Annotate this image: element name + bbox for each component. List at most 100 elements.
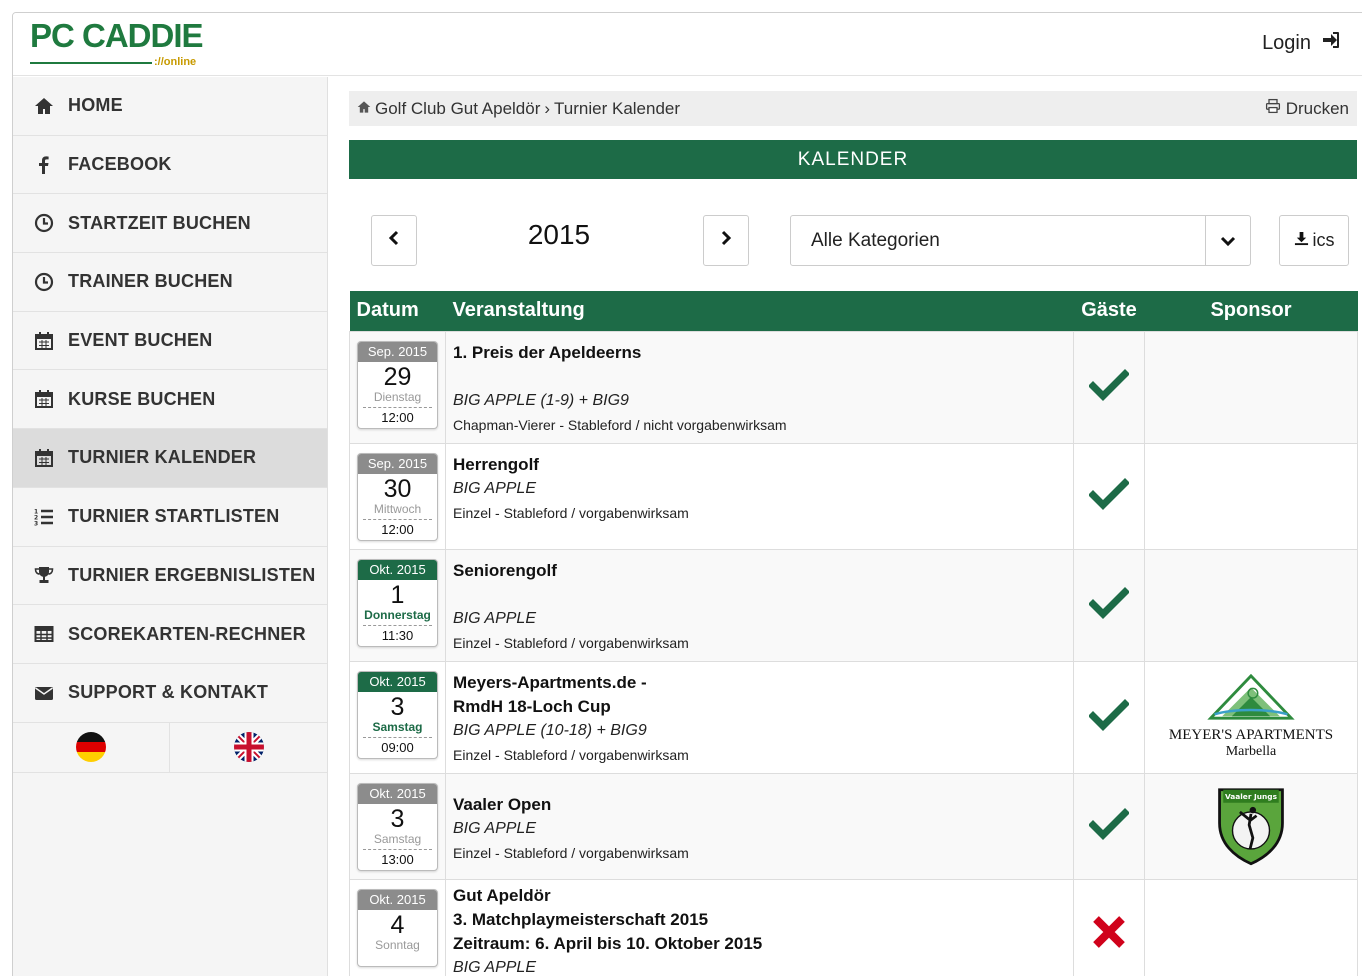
date-weekday: Samstag	[372, 719, 423, 734]
sidebar-item-trainer-buchen[interactable]: TRAINER BUCHEN	[13, 253, 327, 312]
year-display: 2015	[527, 219, 591, 250]
language-english[interactable]	[170, 723, 327, 772]
chevron-down-icon	[1205, 216, 1250, 265]
date-badge: Sep. 2015 29 Dienstag 12:00	[357, 340, 438, 429]
language-german[interactable]	[13, 722, 170, 772]
sidebar-item-home[interactable]: HOME	[13, 77, 327, 136]
language-switcher	[13, 722, 327, 773]
event-title-line[interactable]: 3. Matchplaymeisterschaft 2015	[453, 908, 1066, 932]
next-year-button[interactable]	[703, 215, 749, 266]
clock-icon	[33, 271, 55, 293]
uk-flag-icon	[233, 732, 264, 763]
breadcrumb: Golf Club Gut Apeldör › Turnier Kalender…	[349, 91, 1357, 126]
table-row[interactable]: Okt. 2015 4 Sonntag Gut Apeldör 3. Match…	[349, 878, 1358, 976]
event-category: BIG APPLE	[453, 479, 536, 497]
column-header-sponsor: Sponsor	[1144, 291, 1358, 331]
login-button[interactable]: Login	[1262, 30, 1341, 56]
sponsor-logo-meyers-apartments[interactable]: MEYER'S APARTMENTS Marbella	[1161, 673, 1341, 760]
tournament-table: Datum Veranstaltung Gäste Sponsor Sep. 2…	[349, 291, 1358, 976]
sidebar-item-event-buchen[interactable]: EVENT BUCHEN	[13, 312, 327, 371]
print-label: Drucken	[1285, 98, 1349, 118]
sidebar-item-support-kontakt[interactable]: SUPPORT & KONTAKT	[13, 664, 327, 723]
category-select-value: Alle Kategorien	[811, 229, 940, 251]
ics-download-button[interactable]: ics	[1279, 215, 1349, 266]
calendar-title: KALENDER	[349, 140, 1357, 179]
sidebar-item-label: HOME	[68, 95, 123, 116]
date-day: 3	[390, 692, 405, 721]
table-row[interactable]: Sep. 2015 29 Dienstag 12:00 1. Preis der…	[349, 330, 1358, 444]
date-badge: Okt. 2015 4 Sonntag	[357, 888, 438, 967]
date-time: 12:00	[363, 406, 432, 428]
date-day: 1	[390, 580, 405, 609]
event-title-link[interactable]: Vaaler Open	[453, 793, 1066, 817]
event-title-line[interactable]: RmdH 18-Loch Cup	[453, 695, 1066, 719]
sidebar-item-label: KURSE BUCHEN	[68, 388, 216, 409]
date-time: 11:30	[363, 624, 432, 646]
column-header-event: Veranstaltung	[445, 291, 1074, 331]
clock-icon	[33, 212, 55, 234]
check-icon	[1088, 807, 1130, 848]
sidebar-item-kurse-buchen[interactable]: KURSE BUCHEN	[13, 370, 327, 430]
pc-caddie-logo[interactable]: PC CADDIE ://online	[30, 19, 220, 71]
category-select[interactable]: Alle Kategorien	[790, 215, 1251, 266]
date-time: 13:00	[363, 848, 432, 870]
column-header-guests: Gäste	[1073, 291, 1145, 331]
table-row[interactable]: Okt. 2015 3 Samstag 13:00 Vaaler Open BI…	[349, 772, 1358, 880]
download-icon	[1294, 230, 1309, 251]
check-icon	[1088, 698, 1130, 739]
breadcrumb-current-page: Turnier Kalender	[554, 98, 681, 118]
sponsor-logo-vaaler-jungs[interactable]: Vaaler Jungs	[1214, 782, 1288, 871]
event-category: BIG APPLE	[453, 819, 536, 837]
column-header-date: Datum	[349, 291, 446, 331]
event-title-link[interactable]: Meyers-Apartments.de -	[453, 671, 1066, 695]
home-icon[interactable]	[357, 99, 371, 119]
sign-in-icon	[1321, 30, 1341, 56]
chevron-left-icon	[386, 230, 402, 251]
event-category: BIG APPLE (1-9) + BIG9	[453, 391, 629, 409]
sidebar: HOME FACEBOOK STARTZEIT BUCHEN TRAINER B…	[13, 77, 328, 976]
date-month: Okt. 2015	[358, 783, 437, 804]
breadcrumb-club-link[interactable]: Golf Club Gut Apeldör	[375, 99, 540, 119]
breadcrumb-separator: ›	[544, 98, 551, 118]
table-row[interactable]: Sep. 2015 30 Mittwoch 12:00 Herrengolf B…	[349, 442, 1358, 550]
calendar-icon	[33, 388, 55, 410]
sidebar-item-label: TRAINER BUCHEN	[68, 271, 233, 292]
date-month: Sep. 2015	[358, 341, 437, 362]
date-day: 4	[390, 910, 405, 939]
event-title-link[interactable]: Gut Apeldör	[453, 884, 1066, 908]
envelope-icon	[33, 682, 55, 704]
print-button[interactable]: Drucken	[1265, 98, 1349, 119]
german-flag-icon	[76, 732, 106, 763]
sidebar-item-turnier-startlisten[interactable]: 123 TURNIER STARTLISTEN	[13, 488, 327, 547]
trophy-icon	[33, 564, 55, 586]
main-content: Golf Club Gut Apeldör › Turnier Kalender…	[349, 91, 1358, 976]
date-time: 09:00	[363, 736, 432, 758]
previous-year-button[interactable]	[371, 215, 417, 266]
sidebar-item-turnier-ergebnislisten[interactable]: TURNIER ERGEBNISLISTEN	[13, 547, 327, 606]
event-mode: Einzel - Stableford / vorgabenwirksam	[453, 504, 689, 521]
calendar-controls: 2015 Alle Kategorien ics	[349, 179, 1357, 291]
event-title-link[interactable]: Seniorengolf	[453, 559, 1066, 583]
sidebar-item-label: TURNIER KALENDER	[68, 447, 257, 468]
check-icon	[1088, 368, 1130, 409]
login-label: Login	[1262, 31, 1311, 54]
sidebar-item-scorekarten-rechner[interactable]: SCOREKARTEN-RECHNER	[13, 605, 327, 664]
sidebar-item-startzeit-buchen[interactable]: STARTZEIT BUCHEN	[13, 194, 327, 254]
sidebar-item-facebook[interactable]: FACEBOOK	[13, 136, 327, 195]
date-badge: Okt. 2015 3 Samstag 09:00	[357, 670, 438, 759]
date-weekday: Donnerstag	[364, 607, 431, 622]
date-weekday: Samstag	[373, 831, 422, 846]
date-day: 29	[383, 362, 412, 391]
table-row[interactable]: Okt. 2015 3 Samstag 09:00 Meyers-Apartme…	[349, 660, 1358, 774]
check-icon	[1088, 586, 1130, 627]
event-title-link[interactable]: 1. Preis der Apeldeerns	[453, 341, 1066, 365]
logo-subtitle: ://online	[154, 56, 197, 68]
cross-icon	[1089, 915, 1129, 956]
date-weekday: Dienstag	[373, 389, 422, 404]
event-mode: Einzel - Stableford / vorgabenwirksam	[453, 844, 689, 861]
event-title-line[interactable]: Zeitraum: 6. April bis 10. Oktober 2015	[453, 932, 1066, 956]
check-icon	[1088, 477, 1130, 518]
sidebar-item-turnier-kalender[interactable]: TURNIER KALENDER	[13, 429, 327, 488]
event-title-link[interactable]: Herrengolf	[453, 453, 1066, 477]
table-row[interactable]: Okt. 2015 1 Donnerstag 11:30 Seniorengol…	[349, 548, 1358, 662]
